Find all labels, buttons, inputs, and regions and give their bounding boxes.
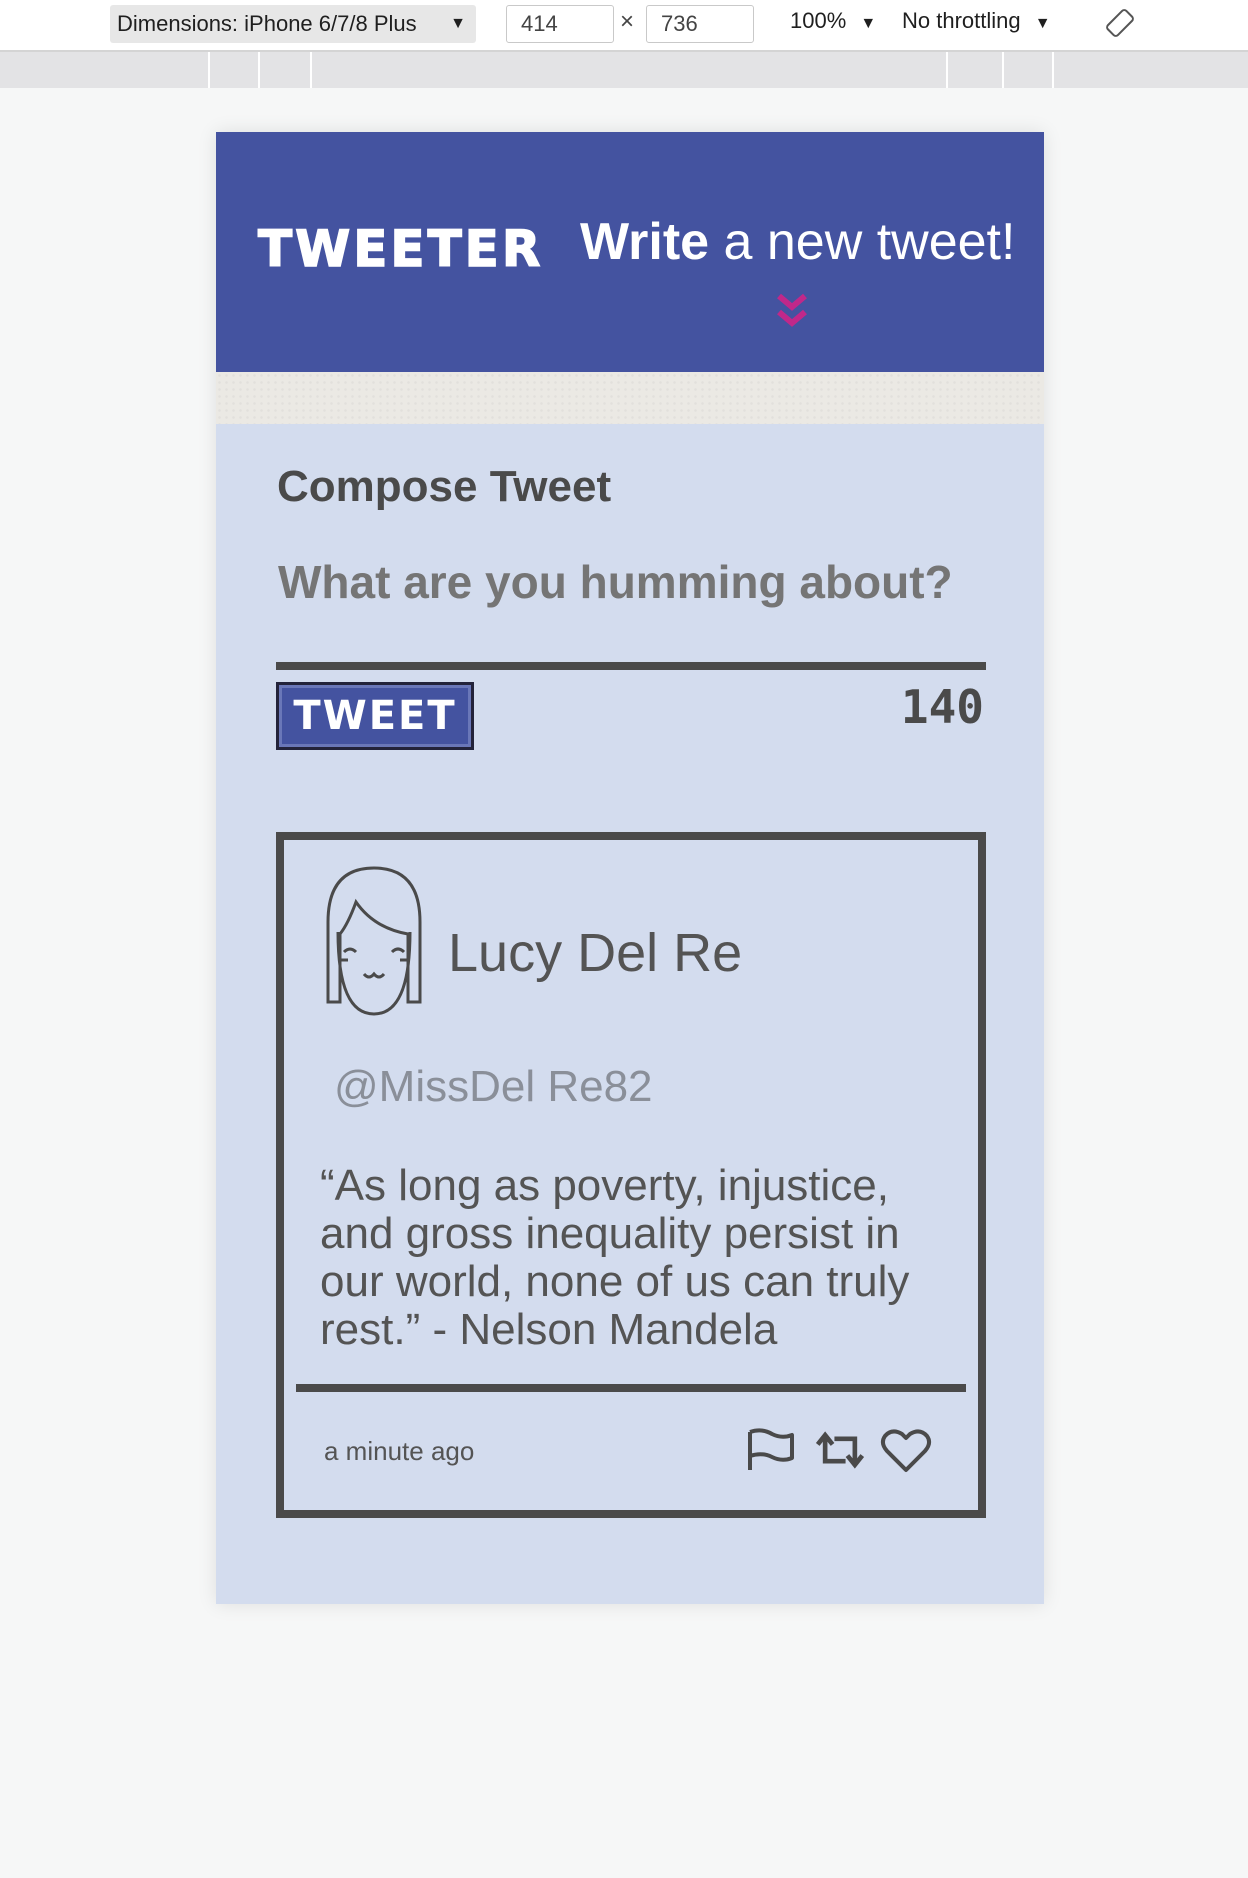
ruler-divider bbox=[946, 52, 948, 88]
write-new-tweet-link[interactable]: Write a new tweet! bbox=[580, 212, 1015, 272]
tweet-card: Lucy Del Re @MissDel Re82 “As long as po… bbox=[276, 832, 986, 1518]
avatar bbox=[326, 866, 422, 1016]
compose-underline bbox=[276, 662, 986, 670]
tweet-body: “As long as poverty, injustice, and gros… bbox=[320, 1161, 910, 1354]
paper-texture-strip bbox=[216, 372, 1044, 424]
throttling-select[interactable]: No throttling ▼ bbox=[902, 8, 1051, 34]
write-rest-text: a new tweet! bbox=[709, 213, 1016, 271]
dropdown-caret-icon: ▼ bbox=[450, 15, 466, 32]
tweet-user-name: Lucy Del Re bbox=[448, 923, 743, 983]
app-logo: TWEETER bbox=[257, 219, 544, 279]
ruler-divider bbox=[1052, 52, 1054, 88]
zoom-select[interactable]: 100% ▼ bbox=[790, 8, 876, 34]
nav-bar: TWEETER Write a new tweet! bbox=[216, 132, 1044, 372]
tweet-textarea[interactable] bbox=[278, 552, 986, 612]
device-viewport: TWEETER Write a new tweet! Compose Tweet… bbox=[216, 132, 1044, 1604]
retweet-icon[interactable] bbox=[814, 1426, 866, 1474]
tweet-timestamp: a minute ago bbox=[324, 1436, 475, 1466]
rotate-device-icon[interactable] bbox=[1104, 7, 1136, 39]
device-height-input[interactable] bbox=[646, 5, 754, 43]
times-icon: × bbox=[620, 8, 635, 35]
throttling-label: No throttling bbox=[902, 8, 1021, 33]
tweet-submit-button[interactable]: TWEET bbox=[276, 682, 474, 750]
ruler-divider bbox=[208, 52, 210, 88]
chevron-double-down-icon[interactable] bbox=[774, 292, 810, 332]
zoom-label: 100% bbox=[790, 8, 847, 33]
character-counter: 140 bbox=[900, 680, 984, 734]
media-query-ruler bbox=[0, 52, 1248, 88]
dropdown-caret-icon: ▼ bbox=[860, 15, 877, 32]
tweet-footer-divider bbox=[296, 1384, 966, 1392]
ruler-divider bbox=[258, 52, 260, 88]
device-dimensions-select[interactable]: Dimensions: iPhone 6/7/8 Plus ▼ bbox=[110, 5, 476, 43]
write-bold-text: Write bbox=[580, 213, 710, 271]
flag-icon[interactable] bbox=[744, 1426, 796, 1474]
devtools-toolbar: Dimensions: iPhone 6/7/8 Plus ▼ × 100% ▼… bbox=[0, 0, 1248, 52]
dropdown-caret-icon: ▼ bbox=[1034, 15, 1051, 32]
device-width-input[interactable] bbox=[506, 5, 614, 43]
device-dimensions-label: Dimensions: iPhone 6/7/8 Plus bbox=[117, 11, 417, 36]
ruler-divider bbox=[1002, 52, 1004, 88]
compose-title: Compose Tweet bbox=[277, 462, 612, 511]
heart-icon[interactable] bbox=[880, 1426, 932, 1474]
tweet-user-handle: @MissDel Re82 bbox=[334, 1062, 653, 1111]
ruler-divider bbox=[310, 52, 312, 88]
